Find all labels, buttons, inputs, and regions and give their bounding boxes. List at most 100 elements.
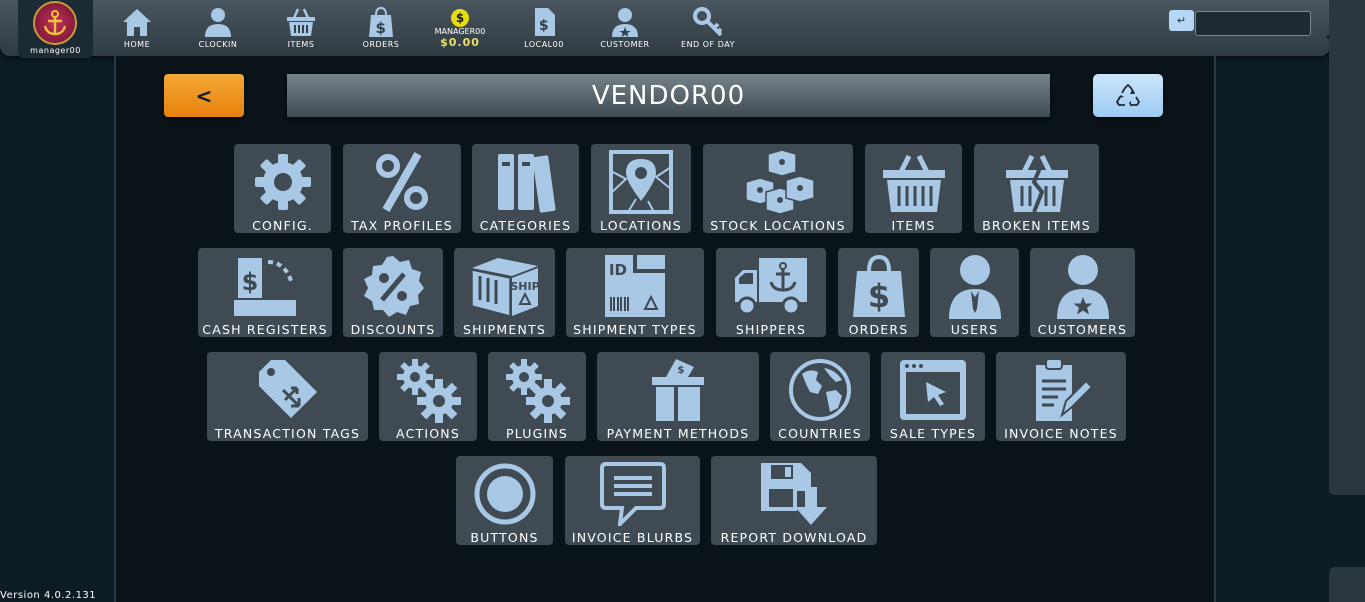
- top-bar: manager00 HOME CLOCKIN ITEMS $ ORDERS $ …: [0, 0, 1330, 58]
- nav-home[interactable]: HOME: [102, 6, 172, 49]
- tile-users[interactable]: USERS: [930, 248, 1019, 337]
- dollar-bag-icon: $: [852, 254, 905, 317]
- tile-label: BROKEN ITEMS: [982, 218, 1091, 233]
- anchor-logo-icon: [33, 1, 77, 45]
- tile-label: SALE TYPES: [889, 426, 977, 441]
- basket-icon: [882, 154, 945, 212]
- user-balance[interactable]: $ MANAGER00 $0.00: [428, 9, 492, 49]
- tile-label: SHIPPERS: [735, 322, 807, 337]
- broken-basket-icon: [1005, 154, 1068, 213]
- tile-label: TRANSACTION TAGS: [214, 426, 361, 441]
- coin-icon: $: [451, 9, 469, 27]
- tile-report-download[interactable]: REPORT DOWNLOAD: [711, 456, 877, 545]
- basket-icon: [287, 8, 315, 36]
- customer-icon: [612, 8, 638, 37]
- payment-box-icon: $: [652, 359, 704, 421]
- tile-label: PAYMENT METHODS: [606, 426, 750, 441]
- home-icon: [123, 9, 151, 36]
- boxes-icon: [745, 150, 814, 214]
- tile-label: SHIPMENT TYPES: [573, 322, 697, 337]
- nav-customer[interactable]: CUSTOMER: [590, 6, 660, 49]
- tile-label: CASH REGISTERS: [202, 322, 328, 337]
- nav-home-label: HOME: [123, 40, 151, 49]
- tile-items[interactable]: ITEMS: [865, 144, 962, 233]
- tile-label: LOCATIONS: [600, 218, 682, 233]
- right-panel[interactable]: [1329, 0, 1365, 495]
- nav-customer-label: CUSTOMER: [600, 40, 650, 49]
- tile-label: CATEGORIES: [479, 218, 572, 233]
- svg-text:$: $: [867, 277, 889, 315]
- speech-bubble-icon: [599, 462, 666, 526]
- user-icon: [205, 8, 231, 37]
- nav-end-of-day[interactable]: END OF DAY: [673, 6, 743, 49]
- tile-cash-registers[interactable]: $ CASH REGISTERS: [198, 248, 332, 337]
- tile-actions[interactable]: ACTIONS: [379, 352, 477, 441]
- recycle-icon: [1115, 83, 1141, 107]
- tile-label: SHIPMENTS: [463, 322, 546, 337]
- user-name: MANAGER00: [434, 27, 486, 36]
- tag-icon: [258, 360, 317, 418]
- gears-icon: [397, 359, 461, 423]
- tile-config[interactable]: CONFIG.: [234, 144, 331, 233]
- tile-orders[interactable]: $ ORDERS: [838, 248, 919, 337]
- key-icon: [693, 7, 723, 37]
- tile-categories[interactable]: CATEGORIES: [472, 144, 579, 233]
- dollar-bag-icon: $: [369, 6, 393, 37]
- nav-local[interactable]: $ LOCAL00: [509, 6, 579, 49]
- tile-broken-items[interactable]: BROKEN ITEMS: [974, 144, 1099, 233]
- tile-shippers[interactable]: SHIPPERS: [716, 248, 826, 337]
- user-icon: [948, 255, 1001, 319]
- tile-sale-types[interactable]: SALE TYPES: [881, 352, 985, 441]
- app-logo[interactable]: manager00: [18, 0, 93, 58]
- nav-items[interactable]: ITEMS: [266, 6, 336, 49]
- discount-badge-icon: [364, 256, 424, 317]
- tile-shipments[interactable]: SHIP SHIPMENTS: [454, 248, 555, 337]
- page-title: VENDOR00: [287, 74, 1050, 117]
- customer-icon: [1056, 255, 1109, 319]
- back-button[interactable]: <: [164, 74, 244, 117]
- tile-label: TAX PROFILES: [351, 218, 453, 233]
- svg-text:$: $: [539, 18, 549, 34]
- globe-icon: [789, 359, 851, 421]
- tile-transaction-tags[interactable]: TRANSACTION TAGS: [207, 352, 368, 441]
- tile-countries[interactable]: COUNTRIES: [770, 352, 870, 441]
- recycle-button[interactable]: [1093, 74, 1163, 117]
- tile-shipment-types[interactable]: ID SHIPMENT TYPES: [566, 248, 704, 337]
- truck-icon: [735, 258, 807, 316]
- tile-plugins[interactable]: PLUGINS: [488, 352, 586, 441]
- nav-end-of-day-label: END OF DAY: [681, 40, 735, 49]
- tile-label: REPORT DOWNLOAD: [720, 530, 868, 545]
- tile-customers[interactable]: CUSTOMERS: [1030, 248, 1135, 337]
- tile-payment-methods[interactable]: $ PAYMENT METHODS: [597, 352, 759, 441]
- tile-invoice-notes[interactable]: INVOICE NOTES: [996, 352, 1126, 441]
- tile-stock-locations[interactable]: STOCK LOCATIONS: [703, 144, 853, 233]
- tile-label: CONFIG.: [252, 218, 313, 233]
- browser-cursor-icon: [900, 360, 966, 420]
- receipt-icon: $: [535, 8, 555, 36]
- svg-text:$: $: [678, 365, 685, 376]
- cash-register-icon: $: [234, 258, 296, 316]
- tile-invoice-blurbs[interactable]: INVOICE BLURBS: [565, 456, 700, 545]
- tile-label: PLUGINS: [505, 426, 569, 441]
- map-pin-icon: [609, 150, 673, 214]
- save-download-icon: [761, 463, 827, 525]
- svg-text:$: $: [376, 19, 387, 37]
- tile-buttons[interactable]: BUTTONS: [456, 456, 553, 545]
- tile-tax-profiles[interactable]: TAX PROFILES: [343, 144, 461, 233]
- enter-button[interactable]: ↵: [1169, 10, 1194, 31]
- nav-clockin-label: CLOCKIN: [198, 40, 238, 49]
- tile-discounts[interactable]: DISCOUNTS: [343, 248, 443, 337]
- binders-icon: [497, 154, 556, 213]
- tile-label: ITEMS: [891, 218, 936, 233]
- tile-label: COUNTRIES: [778, 426, 862, 441]
- tile-label: USERS: [950, 322, 999, 337]
- search-input[interactable]: [1195, 11, 1311, 36]
- balance-amount: $0.00: [440, 36, 480, 49]
- tile-locations[interactable]: LOCATIONS: [591, 144, 691, 233]
- tile-label: INVOICE NOTES: [1004, 426, 1118, 441]
- right-panel-bottom[interactable]: [1329, 567, 1365, 602]
- nav-orders[interactable]: $ ORDERS: [346, 6, 416, 49]
- radio-button-icon: [474, 463, 535, 525]
- nav-clockin[interactable]: CLOCKIN: [183, 6, 253, 49]
- tile-label: CUSTOMERS: [1037, 322, 1128, 337]
